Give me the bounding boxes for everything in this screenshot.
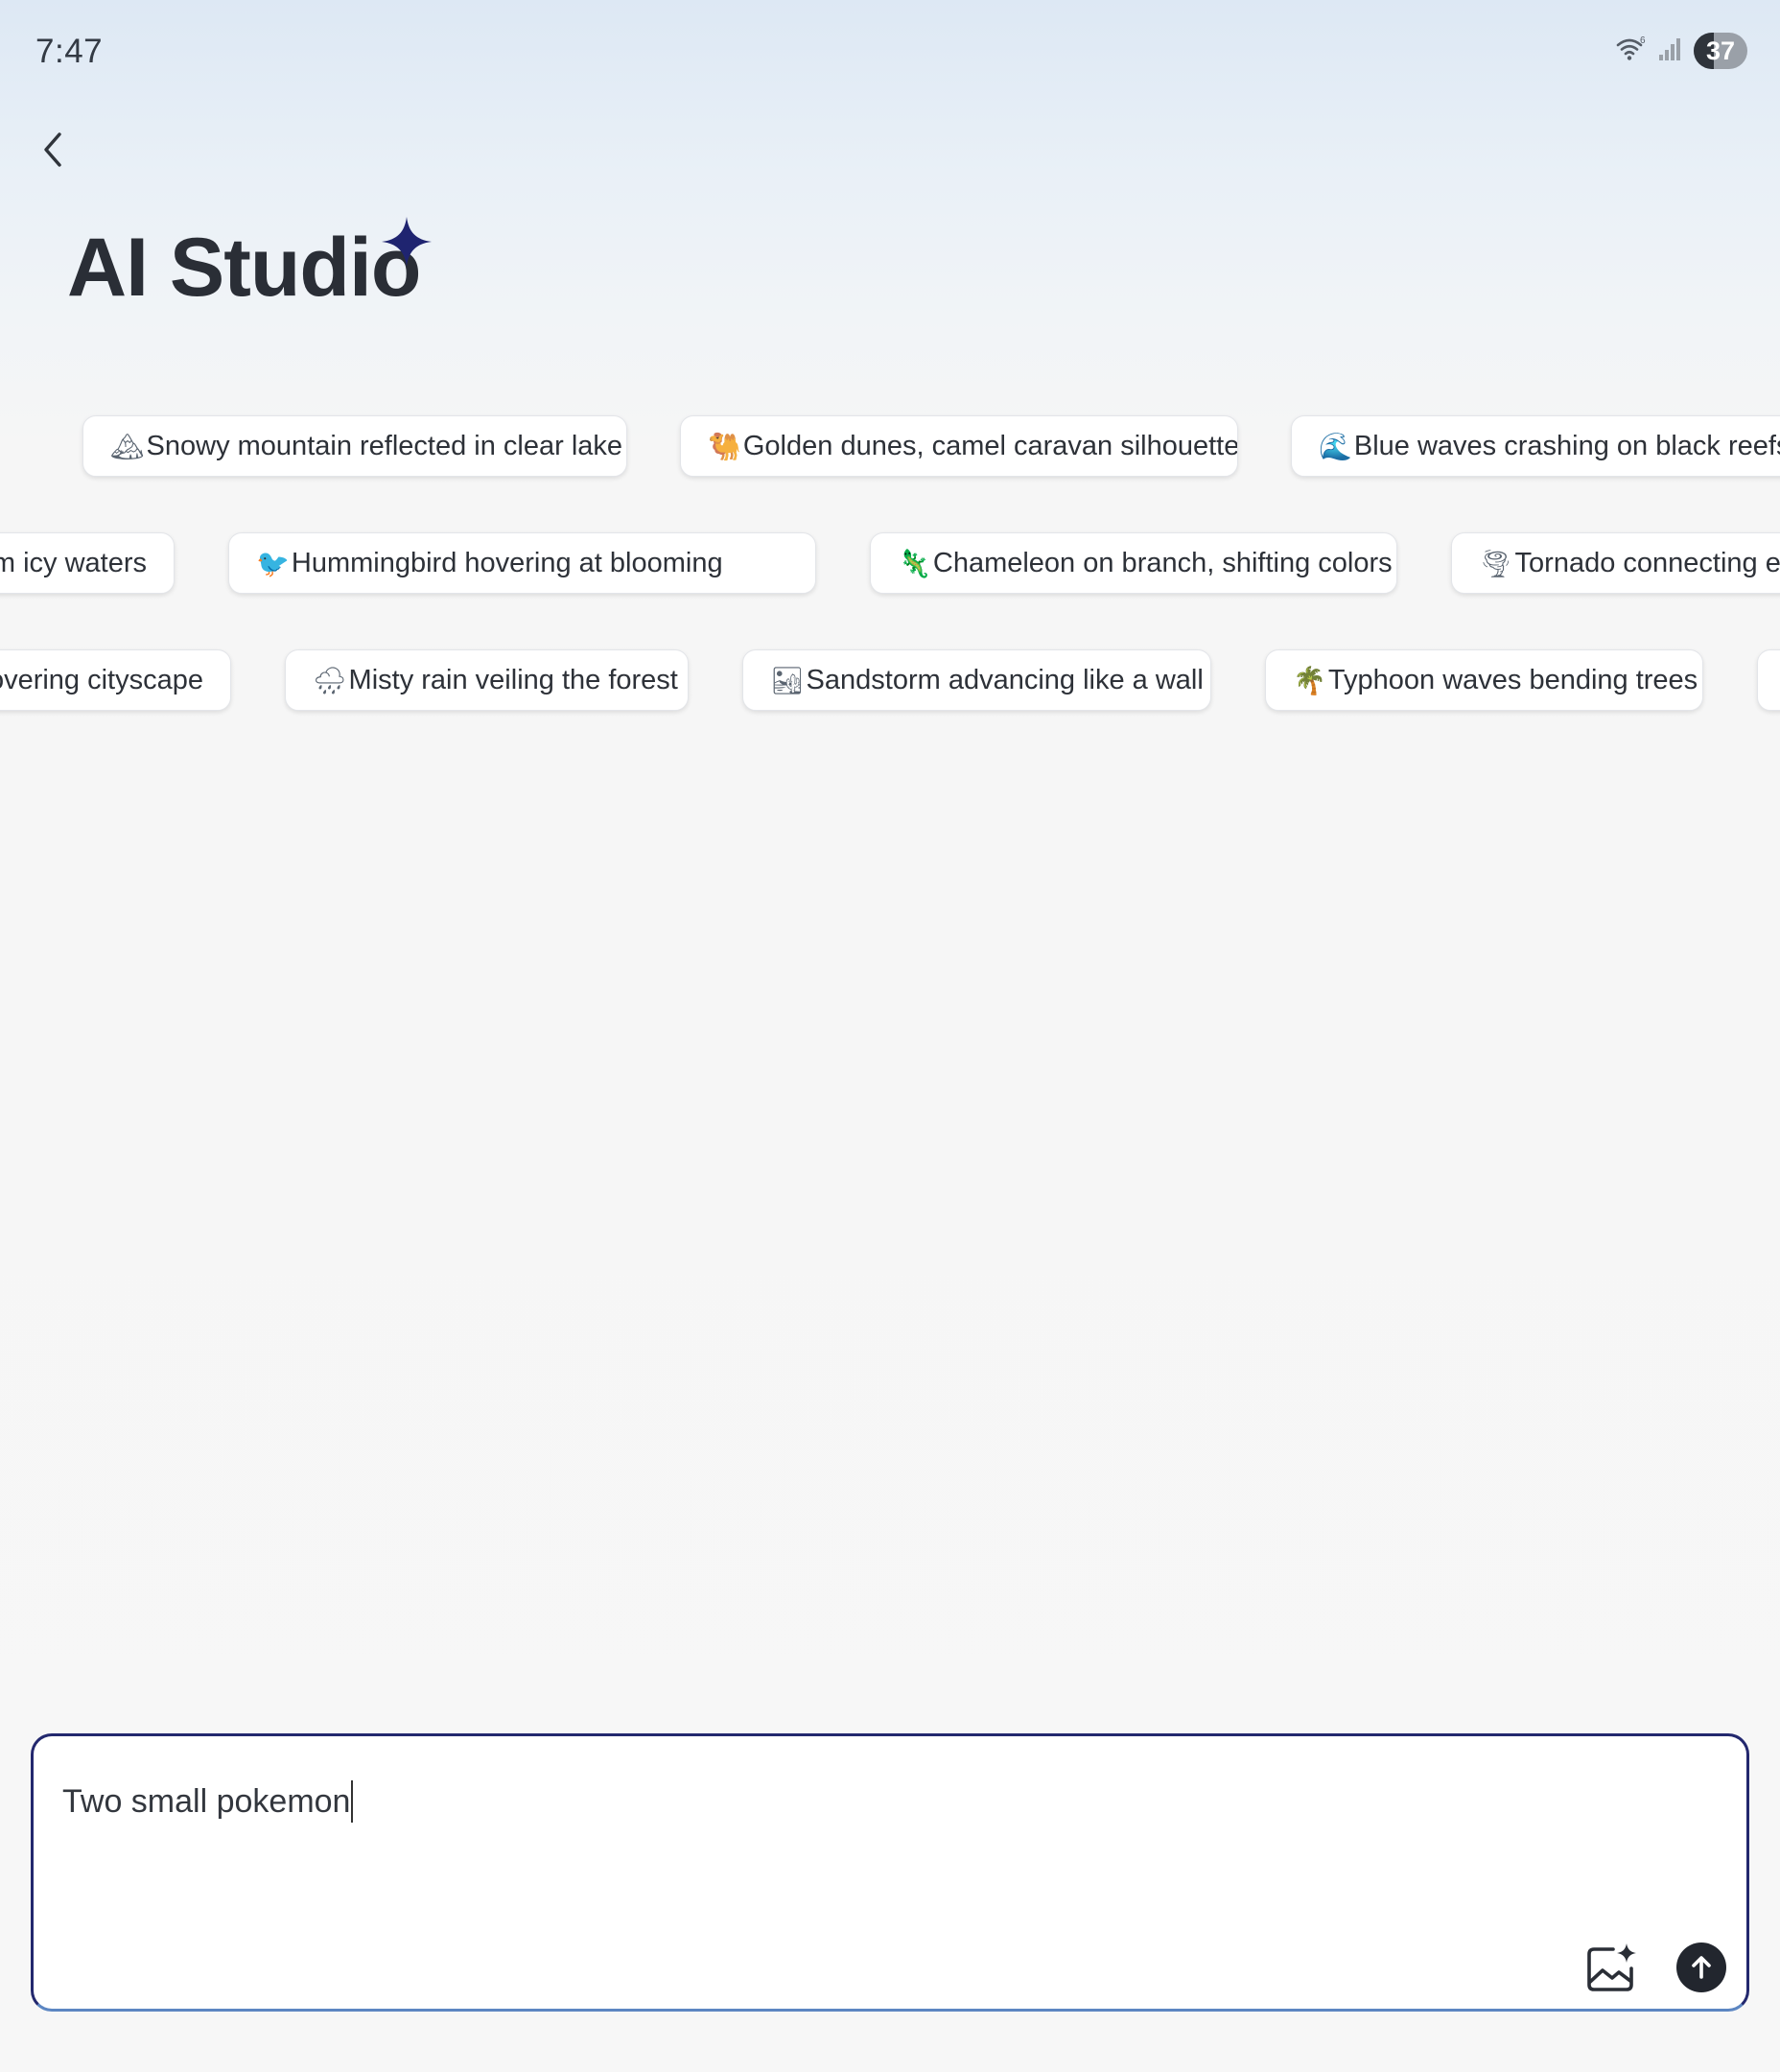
suggestion-label: Chameleon on branch, shifting colors (932, 547, 1393, 578)
suggestion-label: Typhoon waves bending trees (1327, 664, 1698, 695)
text-caret (351, 1780, 354, 1823)
suggestion-row-1: 🏔 Snowy mountain reflected in clear lake… (0, 415, 1780, 479)
suggestion-chip[interactable] (1757, 649, 1780, 711)
suggestion-row-3: overing cityscape 🌧 Misty rain veiling t… (0, 649, 1780, 713)
page-title: AI Studio (67, 222, 421, 314)
svg-text:6: 6 (1640, 35, 1646, 46)
image-generate-button[interactable] (1584, 1942, 1638, 1995)
tornado-icon: 🌪 (1479, 547, 1513, 579)
suggestion-row-2: m icy waters 🐦 Hummingbird hovering at b… (0, 532, 1780, 596)
palm-tree-icon: 🌴 (1293, 664, 1326, 696)
status-time: 7:47 (35, 33, 104, 70)
suggestion-label: Misty rain veiling the forest (348, 664, 678, 695)
suggestion-chip[interactable]: 🌪 Tornado connecting ea (1451, 532, 1780, 594)
bird-icon: 🐦 (256, 547, 290, 579)
back-button[interactable] (29, 123, 77, 177)
suggestion-chip[interactable]: 🌴 Typhoon waves bending trees (1265, 649, 1703, 711)
chevron-left-icon (44, 132, 61, 167)
wave-icon: 🌊 (1319, 430, 1352, 462)
mountain-icon: 🏔 (110, 430, 145, 462)
cellular-signal-icon (1657, 35, 1684, 67)
prompt-input[interactable]: Two small pokemon (62, 1780, 354, 1823)
suggestion-chip[interactable]: 🌧 Misty rain veiling the forest (285, 649, 689, 711)
lizard-icon: 🦎 (898, 547, 931, 579)
suggestion-chip[interactable]: 🏔 Snowy mountain reflected in clear lake (82, 415, 627, 477)
prompt-input-value: Two small pokemon (62, 1782, 351, 1820)
suggestion-chip[interactable]: 🏜 Sandstorm advancing like a wall (742, 649, 1211, 711)
desert-icon: 🏜 (770, 664, 805, 696)
send-button[interactable] (1676, 1942, 1726, 1992)
suggestion-label: m icy waters (0, 547, 147, 578)
wifi-6-icon: 6 (1615, 35, 1648, 68)
suggestion-label: Golden dunes, camel caravan silhouette (742, 430, 1238, 461)
ai-studio-screen: 7:47 6 37 AI Studio 🏔 Snowy mountain ref… (0, 0, 1780, 2072)
arrow-up-icon (1692, 1956, 1711, 1979)
suggestion-label: Blue waves crashing on black reefs (1353, 430, 1780, 461)
suggestion-label: overing cityscape (0, 664, 203, 695)
rain-cloud-icon: 🌧 (313, 664, 347, 696)
suggestion-label: Snowy mountain reflected in clear lake (146, 430, 623, 461)
suggestion-label: Sandstorm advancing like a wall (806, 664, 1204, 695)
status-bar: 7:47 6 37 (0, 0, 1780, 106)
sparkle-icon (382, 217, 432, 267)
suggestion-chip[interactable]: 🦎 Chameleon on branch, shifting colors (870, 532, 1397, 594)
suggestion-chip[interactable]: 🌊 Blue waves crashing on black reefs (1291, 415, 1780, 477)
suggestion-chip[interactable]: m icy waters (0, 532, 175, 594)
suggestion-label: Hummingbird hovering at blooming (291, 547, 723, 578)
image-sparkle-icon (1587, 1943, 1636, 1991)
suggestion-chip[interactable]: 🐦 Hummingbird hovering at blooming (228, 532, 816, 594)
suggestion-label: Tornado connecting ea (1514, 547, 1780, 578)
status-icons: 6 37 (1615, 33, 1747, 69)
battery-indicator: 37 (1694, 33, 1747, 69)
battery-level: 37 (1705, 35, 1736, 65)
camel-icon: 🐫 (708, 430, 741, 462)
suggestion-chip[interactable]: overing cityscape (0, 649, 231, 711)
suggestion-chip[interactable]: 🐫 Golden dunes, camel caravan silhouette (680, 415, 1238, 477)
prompt-input-box[interactable]: Two small pokemon (31, 1733, 1749, 2012)
